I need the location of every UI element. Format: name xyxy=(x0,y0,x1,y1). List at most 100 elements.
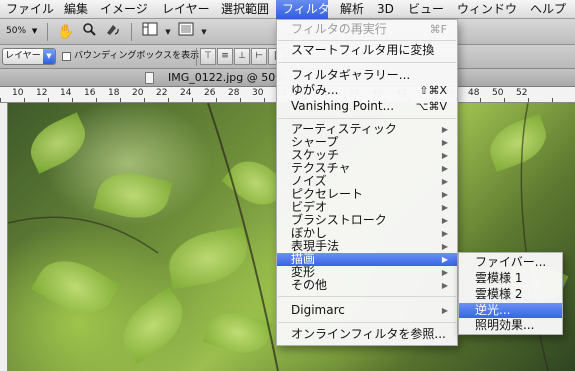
auto-select-dropdown[interactable]: レイヤー ▼ xyxy=(2,48,56,65)
vertical-ruler[interactable] xyxy=(0,103,8,371)
menu-item-browse-online[interactable]: オンラインフィルタを参照... xyxy=(277,328,457,341)
menu-item-last-filter: フィルタの再実行 ⌘F xyxy=(277,22,457,37)
arrange-documents-icon[interactable] xyxy=(140,22,160,42)
align-bottom-icon[interactable]: ⊥ xyxy=(234,48,250,65)
auto-select-value: レイヤー xyxy=(5,51,41,61)
submenu-item-difference-clouds[interactable]: 雲模様 2 xyxy=(459,287,562,302)
menu-item-label: 描画 xyxy=(291,252,316,266)
menu-bar: ファイル 編集 イメージ レイヤー 選択範囲 フィルタ 解析 3D ビュー ウィ… xyxy=(0,0,575,19)
menu-item-filter-gallery[interactable]: フィルタギャラリー... xyxy=(277,69,457,82)
menu-item-label: Vanishing Point... xyxy=(291,99,395,113)
menu-select[interactable]: 選択範囲 xyxy=(217,0,273,19)
submenu-arrow-icon: ▶ xyxy=(441,151,448,160)
menu-item-label: スケッチ xyxy=(291,148,340,162)
submenu-arrow-icon: ▶ xyxy=(441,125,448,134)
menu-item-label: 変形 xyxy=(291,265,316,279)
submenu-arrow-icon: ▶ xyxy=(441,190,448,199)
ruler-tick-label: 10 xyxy=(12,88,24,98)
ruler-tick-label: 16 xyxy=(84,88,96,98)
submenu-item-fibers[interactable]: ファイバー... xyxy=(459,255,562,270)
menu-window[interactable]: ウィンドウ xyxy=(453,0,521,19)
menu-item-label: テクスチャ xyxy=(291,161,351,175)
menu-item-label: Digimarc xyxy=(291,303,345,317)
menu-analysis[interactable]: 解析 xyxy=(336,0,368,19)
menu-filter[interactable]: フィルタ xyxy=(276,0,330,19)
menu-item-other[interactable]: その他 ▶ xyxy=(277,279,457,292)
menu-item-label: 表現手法 xyxy=(291,239,340,253)
ruler-tick-label: 20 xyxy=(132,88,144,98)
submenu-item-lens-flare[interactable]: 逆光... xyxy=(459,303,562,318)
submenu-arrow-icon: ▶ xyxy=(441,268,448,277)
submenu-arrow-icon: ▶ xyxy=(441,306,448,315)
submenu-arrow-icon: ▶ xyxy=(441,255,448,264)
divider xyxy=(47,23,48,41)
align-left-icon[interactable]: ⊢ xyxy=(251,48,267,65)
menu-item-label: ビデオ xyxy=(291,200,328,214)
menu-view[interactable]: ビュー xyxy=(404,0,448,19)
menu-item-label: フィルタの再実行 xyxy=(291,22,387,36)
align-top-icon[interactable]: ⊤ xyxy=(200,48,216,65)
menu-item-label: フィルタギャラリー... xyxy=(291,68,411,82)
bounding-box-checkbox[interactable] xyxy=(62,52,71,61)
menu-item-label: ノイズ xyxy=(291,174,327,188)
rotate-view-icon[interactable] xyxy=(102,22,122,42)
menu-divider xyxy=(278,40,456,41)
bounding-box-label: バウンディングボックスを表示 xyxy=(74,51,200,61)
submenu-item-clouds[interactable]: 雲模様 1 xyxy=(459,271,562,286)
chevron-down-icon: ▼ xyxy=(43,49,55,64)
ruler-tick-label: 28 xyxy=(228,88,240,98)
chevron-down-icon[interactable]: ▼ xyxy=(158,22,178,42)
divider xyxy=(131,23,132,41)
ruler-tick-label: 12 xyxy=(36,88,48,98)
menu-item-label: ブラシストローク xyxy=(291,213,387,227)
ruler-tick-label: 18 xyxy=(108,88,120,98)
ruler-tick-label: 52 xyxy=(516,88,528,98)
menu-layer[interactable]: レイヤー xyxy=(158,0,214,19)
document-title: IMG_0122.jpg @ 50% xyxy=(168,71,286,84)
menu-image[interactable]: イメージ xyxy=(96,0,152,19)
menu-item-label: アーティスティック xyxy=(291,122,397,136)
menu-item-label: シャープ xyxy=(291,135,339,149)
menu-edit[interactable]: 編集 xyxy=(60,0,92,19)
hand-tool-icon[interactable]: ✋ xyxy=(56,22,76,42)
menu-divider xyxy=(278,296,456,297)
ruler-tick-label: 24 xyxy=(180,88,192,98)
submenu-arrow-icon: ▶ xyxy=(441,242,448,251)
ruler-tick-label: 30 xyxy=(252,88,264,98)
menu-item-liquify[interactable]: ゆがみ... ⇧⌘X xyxy=(277,83,457,98)
chevron-down-icon: ▼ xyxy=(31,27,38,35)
filter-menu-dropdown: フィルタの再実行 ⌘F スマートフィルタ用に変換 フィルタギャラリー... ゆが… xyxy=(276,19,458,346)
menu-help[interactable]: ヘルプ xyxy=(526,0,570,19)
submenu-arrow-icon: ▶ xyxy=(441,164,448,173)
submenu-item-lighting-effects[interactable]: 照明効果... xyxy=(459,318,562,333)
shortcut-label: ⌥⌘V xyxy=(415,100,447,113)
zoom-select[interactable]: 50% ▼ xyxy=(2,23,40,40)
menu-item-label: オンラインフィルタを参照... xyxy=(291,327,446,341)
menu-item-digimarc[interactable]: Digimarc ▶ xyxy=(277,304,457,317)
align-vertical-center-icon[interactable]: ≡ xyxy=(217,48,233,65)
zoom-value: 50% xyxy=(6,26,27,36)
menu-item-label: ゆがみ... xyxy=(291,83,339,97)
menu-item-label: ぼかし xyxy=(291,226,328,240)
submenu-arrow-icon: ▶ xyxy=(441,177,448,186)
zoom-tool-icon[interactable] xyxy=(79,22,99,42)
chevron-down-icon[interactable]: ▼ xyxy=(194,22,214,42)
menu-3d[interactable]: 3D xyxy=(373,0,398,19)
menu-divider xyxy=(278,322,456,323)
document-icon xyxy=(145,72,154,84)
menu-item-label: その他 xyxy=(291,278,328,292)
menu-item-vanishing-point[interactable]: Vanishing Point... ⌥⌘V xyxy=(277,99,457,114)
magnifier-icon xyxy=(83,23,96,36)
ruler-tick-label: 48 xyxy=(468,88,480,98)
ruler-tick-label: 22 xyxy=(156,88,168,98)
menu-file[interactable]: ファイル xyxy=(2,0,58,19)
shortcut-label: ⇧⌘X xyxy=(419,84,447,97)
submenu-arrow-icon: ▶ xyxy=(441,138,448,147)
divider xyxy=(196,48,197,66)
submenu-arrow-icon: ▶ xyxy=(441,229,448,238)
ruler-tick-label: 50 xyxy=(492,88,504,98)
menu-item-smart-filter[interactable]: スマートフィルタ用に変換 xyxy=(277,44,457,57)
submenu-arrow-icon: ▶ xyxy=(441,281,448,290)
submenu-arrow-icon: ▶ xyxy=(441,203,448,212)
screen-mode-icon[interactable] xyxy=(176,22,196,42)
